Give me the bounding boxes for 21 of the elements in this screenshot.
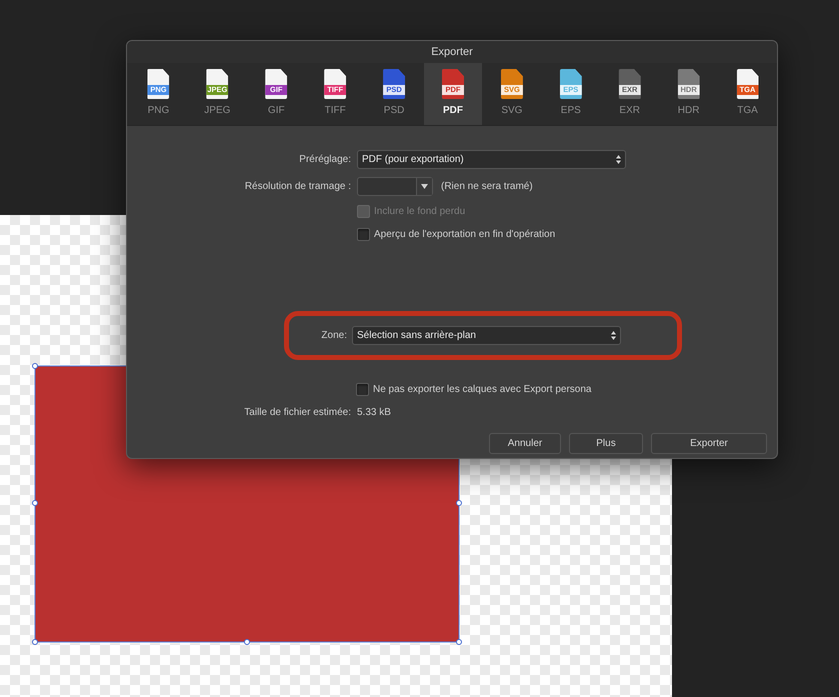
dialog-button[interactable]: Plus: [569, 433, 643, 454]
dialog-button[interactable]: Annuler: [489, 433, 561, 454]
stepper-icon: [616, 155, 621, 164]
dialog-button[interactable]: Exporter: [651, 433, 767, 454]
preset-select[interactable]: PDF (pour exportation): [357, 150, 626, 169]
file-size-label: Taille de fichier estimée:: [243, 406, 351, 420]
zone-label: Zone:: [320, 329, 348, 343]
file-size-value: 5.33 kB: [357, 406, 391, 420]
checkbox-label: Aperçu de l'exportation en fin d'opération: [374, 228, 556, 242]
dropdown-icon: [421, 184, 428, 189]
raster-hint: (Rien ne sera tramé): [441, 180, 533, 194]
checkbox[interactable]: [356, 383, 369, 396]
checkbox-label: Inclure le fond perdu: [374, 205, 466, 219]
zone-select[interactable]: Sélection sans arrière-plan: [352, 326, 621, 345]
checkbox-label: Ne pas exporter les calques avec Export persona: [373, 383, 592, 397]
window-title: Exporter: [431, 45, 473, 60]
stepper-icon: [611, 331, 616, 340]
preset-label: Préréglage:: [298, 153, 351, 167]
raster-label: Résolution de tramage :: [244, 180, 351, 194]
checkbox[interactable]: [357, 228, 370, 241]
raster-combo[interactable]: [357, 177, 433, 196]
